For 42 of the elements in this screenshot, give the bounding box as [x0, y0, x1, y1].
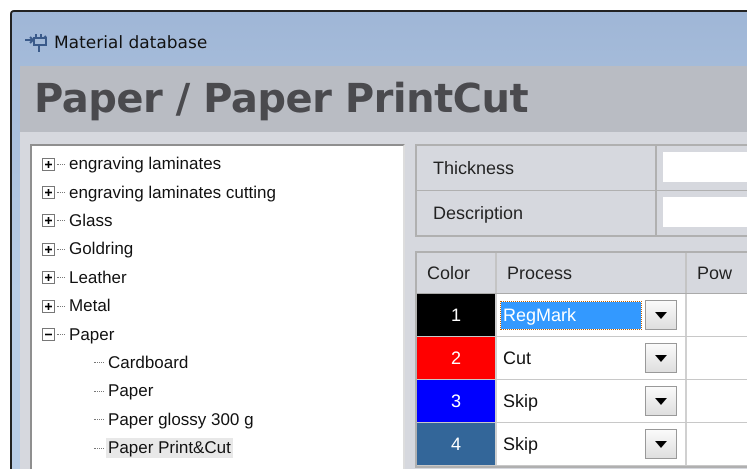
dropdown-button[interactable]	[645, 429, 677, 459]
column-header[interactable]: Pow	[687, 253, 747, 293]
dropdown-button[interactable]	[645, 386, 677, 416]
process-value[interactable]: Skip	[501, 430, 641, 458]
tree-item[interactable]: Leather	[67, 268, 129, 288]
process-value[interactable]: Cut	[501, 344, 641, 372]
caret-icon	[655, 312, 667, 318]
process-value[interactable]: Skip	[501, 388, 641, 414]
dropdown-button[interactable]	[645, 343, 677, 373]
page-heading: Paper / Paper PrintCut	[34, 76, 528, 122]
dropdown-button[interactable]	[645, 300, 677, 330]
app-icon	[24, 32, 48, 54]
tree-item[interactable]: Cardboard	[106, 352, 190, 373]
tree-item[interactable]: Paper Print&Cut	[106, 438, 233, 458]
collapse-icon[interactable]	[42, 328, 55, 342]
expand-icon[interactable]	[42, 186, 55, 200]
expand-icon[interactable]	[42, 271, 55, 284]
input-field[interactable]	[663, 197, 747, 227]
caret-icon	[655, 440, 667, 448]
color-swatch-cell: 1	[417, 294, 497, 336]
expand-icon[interactable]	[42, 214, 55, 228]
tree-item[interactable]: Paper	[106, 381, 156, 402]
color-swatch-cell: 3	[417, 380, 497, 422]
window-title: Material database	[54, 33, 208, 53]
caret-icon	[655, 398, 667, 404]
expand-icon[interactable]	[42, 242, 55, 256]
tree-item[interactable]: Goldring	[67, 239, 136, 260]
expand-icon[interactable]	[42, 158, 55, 171]
tree-item[interactable]: Paper	[67, 324, 116, 345]
tree-item[interactable]: Paper glossy 300 g	[106, 410, 256, 430]
field-label: Thickness	[417, 146, 657, 190]
color-swatch-cell: 2	[417, 337, 497, 379]
tree-item[interactable]: engraving laminates	[67, 154, 224, 174]
caret-icon	[655, 354, 667, 362]
tree-item[interactable]: Glass	[67, 210, 114, 231]
tree-item[interactable]: engraving laminates cutting	[67, 182, 278, 203]
color-swatch-cell: 4	[417, 423, 497, 465]
column-header[interactable]: Process	[497, 253, 687, 293]
input-field[interactable]	[663, 152, 747, 182]
tree-item[interactable]: Metal	[67, 296, 113, 316]
expand-icon[interactable]	[42, 300, 55, 313]
field-label: Description	[417, 191, 657, 235]
